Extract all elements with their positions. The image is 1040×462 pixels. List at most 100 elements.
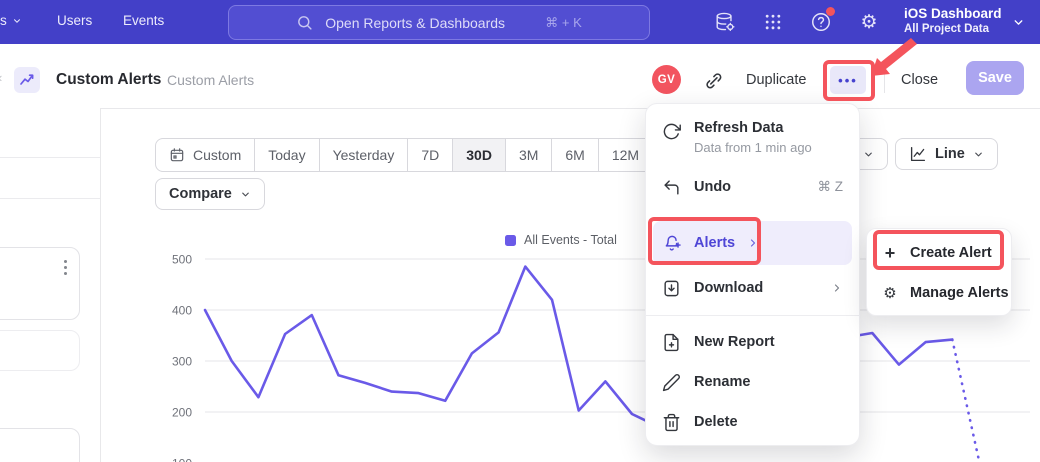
chevron-down-icon — [240, 189, 251, 200]
menu-item-delete[interactable]: Delete — [646, 402, 859, 442]
date-range-7d[interactable]: 7D — [407, 139, 452, 171]
calendar-icon — [169, 147, 185, 163]
date-range-label: Custom — [193, 147, 241, 163]
copy-link-button[interactable] — [702, 69, 726, 93]
date-range-yesterday[interactable]: Yesterday — [319, 139, 408, 171]
chart-type-label: Line — [935, 146, 965, 162]
data-management-button[interactable] — [712, 9, 738, 35]
submenu-item-label: Create Alert — [910, 245, 992, 261]
compare-button[interactable]: Compare — [155, 178, 265, 210]
notification-badge — [826, 7, 835, 16]
compare-label: Compare — [169, 186, 232, 202]
nav-item-events[interactable]: Events — [123, 13, 164, 28]
chevron-right-icon — [831, 282, 843, 294]
left-sidebar — [0, 108, 101, 462]
sidebar-divider — [0, 198, 100, 199]
date-range-custom[interactable]: Custom — [156, 139, 254, 171]
more-options-button[interactable]: ••• — [830, 66, 866, 94]
chevron-down-icon — [973, 149, 984, 160]
help-button[interactable] — [808, 9, 834, 35]
menu-item-refresh-data[interactable]: Refresh Data Data from 1 min ago — [646, 112, 859, 161]
submenu-item-create-alert[interactable]: + Create Alert — [867, 233, 1011, 273]
bell-plus-icon — [663, 234, 682, 253]
gear-icon: ⚙ — [882, 286, 898, 301]
trash-icon — [662, 413, 681, 432]
pencil-icon — [662, 373, 681, 392]
gear-icon: ⚙ — [860, 13, 877, 32]
app-window: s Users Events ⌘ + K — [0, 0, 1040, 462]
search-shortcut: ⌘ + K — [545, 15, 582, 31]
menu-item-label: Rename — [694, 374, 750, 390]
menu-item-label: New Report — [694, 334, 775, 350]
menu-item-new-report[interactable]: New Report — [646, 322, 859, 362]
sidebar-card[interactable] — [0, 330, 80, 371]
nav-item-users[interactable]: Users — [57, 13, 92, 28]
date-range-3m[interactable]: 3M — [505, 139, 551, 171]
kebab-menu-icon[interactable] — [64, 260, 67, 275]
chevron-down-icon — [863, 149, 874, 160]
search-input[interactable] — [323, 14, 535, 32]
menu-item-alerts[interactable]: Alerts — [653, 221, 852, 265]
svg-text:200: 200 — [172, 406, 192, 420]
top-nav: s Users Events ⌘ + K — [0, 0, 1040, 44]
menu-item-rename[interactable]: Rename — [646, 362, 859, 402]
menu-item-subtitle: Data from 1 min ago — [694, 140, 812, 155]
submenu-item-label: Manage Alerts — [910, 285, 1009, 301]
settings-button[interactable]: ⚙ — [856, 9, 882, 35]
menu-item-undo[interactable]: Undo ⌘ Z — [646, 167, 859, 207]
project-title: iOS Dashboard — [904, 5, 1002, 22]
link-icon — [704, 71, 725, 92]
report-type-tile — [14, 67, 40, 93]
nav-item-partial-label: s — [0, 13, 7, 28]
mini-chart-icon — [19, 72, 35, 88]
menu-divider — [646, 315, 859, 316]
svg-text:100: 100 — [172, 457, 192, 462]
header-divider — [884, 67, 885, 93]
nav-item-partial[interactable]: s — [0, 13, 22, 28]
breadcrumb: Custom Alerts — [167, 72, 254, 88]
project-switcher[interactable]: iOS Dashboard All Project Data — [904, 5, 1002, 36]
chart-type-button[interactable]: Line — [895, 138, 998, 170]
menu-item-label: Download — [694, 280, 763, 296]
legend-swatch — [505, 235, 516, 246]
save-button[interactable]: Save — [966, 61, 1024, 95]
line-chart-icon — [909, 145, 927, 163]
refresh-icon — [662, 122, 681, 141]
close-button[interactable]: Close — [901, 72, 938, 88]
global-search[interactable]: ⌘ + K — [228, 5, 650, 40]
download-icon — [662, 279, 681, 298]
menu-item-label: Undo — [694, 179, 731, 195]
chevron-down-icon — [12, 16, 22, 26]
database-icon — [714, 11, 736, 33]
more-options-menu: Refresh Data Data from 1 min ago Undo ⌘ … — [645, 103, 860, 446]
date-range-12m[interactable]: 12M — [598, 139, 652, 171]
search-icon — [296, 14, 313, 31]
menu-item-label: Refresh Data — [694, 120, 812, 136]
sidebar-divider — [0, 157, 100, 158]
apps-grid-button[interactable] — [760, 9, 786, 35]
svg-text:500: 500 — [172, 253, 192, 267]
date-range-today[interactable]: Today — [254, 139, 318, 171]
date-range-selector: Custom Today Yesterday 7D 30D 3M 6M 12M — [155, 138, 653, 172]
menu-item-download[interactable]: Download — [646, 268, 859, 308]
svg-text:400: 400 — [172, 304, 192, 318]
sidebar-card[interactable] — [0, 428, 80, 462]
chevron-down-icon — [1012, 16, 1025, 29]
avatar[interactable]: GV — [652, 65, 681, 94]
project-subtitle: All Project Data — [904, 22, 1002, 36]
menu-item-label: Alerts — [694, 235, 735, 251]
date-range-30d-selected[interactable]: 30D — [452, 139, 505, 171]
alerts-submenu: + Create Alert ⚙ Manage Alerts — [866, 228, 1012, 316]
collapsed-panel-mark: ‹ — [0, 70, 2, 85]
svg-text:300: 300 — [172, 355, 192, 369]
duplicate-button[interactable]: Duplicate — [746, 72, 806, 88]
file-plus-icon — [662, 333, 681, 352]
date-range-6m[interactable]: 6M — [551, 139, 597, 171]
apps-grid-icon — [763, 12, 783, 32]
plus-icon: + — [882, 244, 898, 262]
submenu-item-manage-alerts[interactable]: ⚙ Manage Alerts — [867, 273, 1011, 313]
menu-item-shortcut: ⌘ Z — [818, 179, 844, 195]
chevron-right-icon — [747, 237, 759, 249]
sidebar-card[interactable] — [0, 247, 80, 320]
menu-item-label: Delete — [694, 414, 738, 430]
